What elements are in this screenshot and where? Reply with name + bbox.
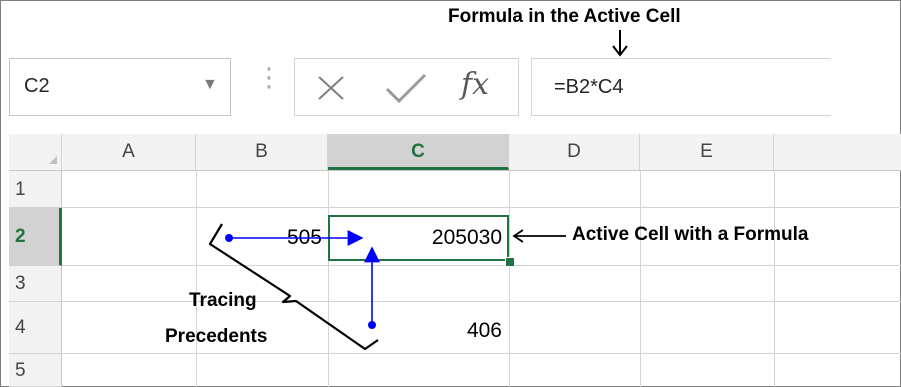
formula-pointer-arrow [612,30,628,57]
precedent-arrow-b2 [225,230,364,246]
active-cell-pointer-arrow [512,229,566,243]
precedent-arrow-c4 [364,246,380,329]
active-cell-annotation-label: Active Cell with a Formula [572,224,809,245]
annotation-overlay [208,30,628,351]
precedents-annotation-label: Precedents [165,326,268,347]
tracing-annotation-label: Tracing [189,290,257,311]
